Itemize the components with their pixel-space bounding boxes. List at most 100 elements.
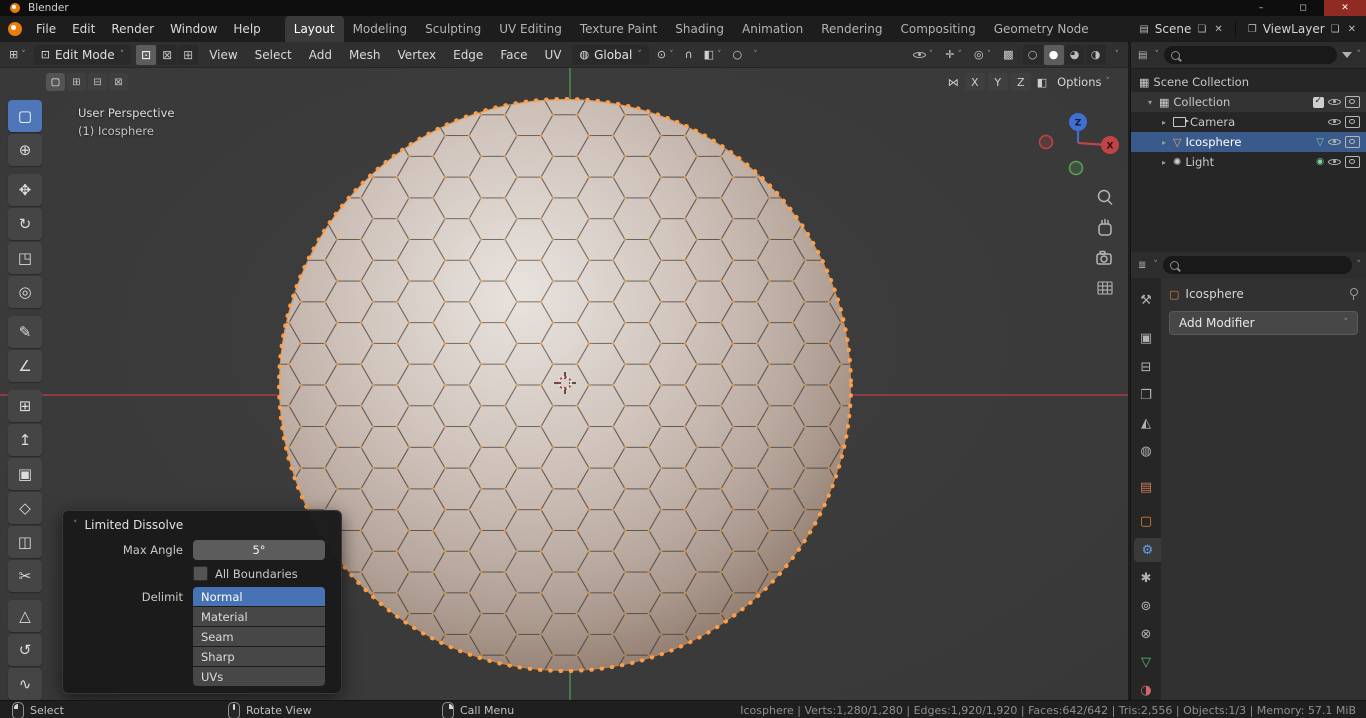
workspace-tab-animation[interactable]: Animation <box>733 16 812 42</box>
outliner-item-camera[interactable]: ▸ Camera <box>1131 112 1366 132</box>
properties-tab-modifiers[interactable]: ⚙ <box>1134 538 1161 562</box>
disclosure-triangle-icon[interactable]: ▾ <box>1145 98 1155 107</box>
tool-transform-button[interactable]: ◎ <box>8 276 42 308</box>
remove-viewlayer-icon[interactable]: ✕ <box>1346 24 1358 35</box>
maximize-button[interactable]: ◻ <box>1282 0 1324 16</box>
hide-viewport-eye-icon[interactable] <box>1328 96 1341 109</box>
tool-measure-button[interactable]: ∠ <box>8 350 42 382</box>
properties-tab-material[interactable]: ◑ <box>1134 678 1158 702</box>
viewlayer-selector[interactable]: ViewLayer <box>1263 22 1325 36</box>
menu-edit[interactable]: Edit <box>64 22 103 36</box>
mirror-z-toggle[interactable]: Z <box>1010 73 1031 91</box>
solid-shading-button[interactable]: ● <box>1043 44 1064 65</box>
all-boundaries-checkbox[interactable] <box>193 566 208 581</box>
mode-dropdown[interactable]: ⊡ Edit Mode ˅ <box>33 44 132 65</box>
tool-scale-button[interactable]: ◳ <box>8 242 42 274</box>
mirror-icon[interactable]: ⋈ <box>945 76 962 89</box>
outliner-item-light[interactable]: ▸ ✺ Light ◉ <box>1131 152 1366 172</box>
vertex-select-button[interactable]: ⊡ <box>136 44 157 65</box>
tool-extrude-region-button[interactable]: ↥ <box>8 424 42 456</box>
properties-search-input[interactable] <box>1162 256 1352 274</box>
properties-tab-view-layer[interactable]: ❐ <box>1134 383 1158 407</box>
blender-menu-icon[interactable] <box>8 22 22 36</box>
select-intersect-button[interactable]: ⊠ <box>109 73 128 91</box>
menu-uv[interactable]: UV <box>538 48 567 62</box>
disclosure-triangle-icon[interactable]: ▸ <box>1159 138 1169 147</box>
proportional-editing-button[interactable]: ○ <box>730 48 746 61</box>
outliner-item-collection[interactable]: ▾ ▦ Collection <box>1131 92 1366 112</box>
outliner-item-icosphere[interactable]: ▸ ▽ Icosphere ▽ <box>1131 132 1366 152</box>
hide-viewport-eye-icon[interactable] <box>1328 156 1341 169</box>
tool-cursor-button[interactable]: ⊕ <box>8 134 42 166</box>
overlays-dropdown[interactable]: ◎ ˅ <box>971 48 994 61</box>
properties-tab-constraints[interactable]: ⊗ <box>1134 622 1158 646</box>
properties-tab-output[interactable]: ⊟ <box>1134 355 1158 379</box>
tool-spin-button[interactable]: ↺ <box>8 634 42 666</box>
hide-viewport-eye-icon[interactable] <box>1328 116 1341 129</box>
disable-render-camera-icon[interactable] <box>1345 136 1360 148</box>
add-modifier-button[interactable]: Add Modifier ˅ <box>1169 311 1358 335</box>
menu-view[interactable]: View <box>203 48 243 62</box>
pivot-point-button[interactable]: ⊙ ˅ <box>654 48 677 61</box>
select-set-button[interactable]: ▢ <box>46 73 65 91</box>
menu-select[interactable]: Select <box>249 48 298 62</box>
visibility-dropdown[interactable]: ˅ <box>910 48 937 61</box>
properties-editor-type-icon[interactable]: ≣ <box>1136 260 1148 271</box>
rendered-shading-button[interactable]: ◑ <box>1085 44 1106 65</box>
menu-window[interactable]: Window <box>162 22 225 36</box>
menu-render[interactable]: Render <box>103 22 162 36</box>
delimit-option-normal[interactable]: Normal <box>193 587 325 606</box>
select-subtract-button[interactable]: ⊟ <box>88 73 107 91</box>
workspace-tab-compositing[interactable]: Compositing <box>891 16 984 42</box>
menu-edge[interactable]: Edge <box>447 48 489 62</box>
workspace-tab-sculpting[interactable]: Sculpting <box>416 16 490 42</box>
outliner-search-input[interactable] <box>1163 46 1337 64</box>
collection-checkbox[interactable] <box>1313 96 1324 108</box>
mirror-y-toggle[interactable]: Y <box>987 73 1008 91</box>
delimit-option-material[interactable]: Material <box>193 607 325 626</box>
menu-mesh[interactable]: Mesh <box>343 48 387 62</box>
disclosure-triangle-icon[interactable]: ▸ <box>1159 158 1169 167</box>
new-scene-icon[interactable]: ❏ <box>1195 24 1208 35</box>
options-dropdown[interactable]: Options ˅ <box>1053 75 1114 89</box>
close-button[interactable]: ✕ <box>1324 0 1366 16</box>
menu-vertex[interactable]: Vertex <box>392 48 443 62</box>
outliner-item-scene-collection[interactable]: ▦ Scene Collection <box>1131 72 1366 92</box>
operator-panel-header[interactable]: ˅ Limited Dissolve <box>63 511 341 537</box>
menu-add[interactable]: Add <box>303 48 338 62</box>
tool-smooth-button[interactable]: ∿ <box>8 668 42 700</box>
workspace-tab-modeling[interactable]: Modeling <box>344 16 417 42</box>
properties-tab-scene[interactable]: ◭ <box>1134 411 1158 435</box>
new-viewlayer-icon[interactable]: ❏ <box>1329 24 1342 35</box>
scene-datablock-icon[interactable]: ▤ <box>1137 24 1150 35</box>
xray-toggle[interactable]: ▩ <box>1000 48 1016 61</box>
gizmos-dropdown[interactable]: ✛ ˅ <box>942 48 965 61</box>
disable-render-camera-icon[interactable] <box>1345 96 1360 108</box>
workspace-tab-shading[interactable]: Shading <box>666 16 733 42</box>
workspace-tab-layout[interactable]: Layout <box>284 16 344 42</box>
snap-base-icon[interactable]: ◧ <box>1034 76 1050 89</box>
workspace-tab-uv-editing[interactable]: UV Editing <box>490 16 571 42</box>
menu-face[interactable]: Face <box>494 48 533 62</box>
delimit-option-sharp[interactable]: Sharp <box>193 647 325 666</box>
face-select-button[interactable]: ⊞ <box>178 44 199 65</box>
tool-poly-build-button[interactable]: △ <box>8 600 42 632</box>
properties-tab-object[interactable]: ▢ <box>1134 509 1158 533</box>
edge-select-button[interactable]: ⊠ <box>157 44 178 65</box>
minimize-button[interactable]: – <box>1240 0 1282 16</box>
workspace-tab-geometry-nodes[interactable]: Geometry Node <box>985 16 1098 42</box>
tool-loop-cut-button[interactable]: ◫ <box>8 526 42 558</box>
wireframe-shading-button[interactable]: ○ <box>1022 44 1043 65</box>
delimit-option-uvs[interactable]: UVs <box>193 667 325 686</box>
tool-annotate-button[interactable]: ✎ <box>8 316 42 348</box>
properties-tab-physics[interactable]: ⊚ <box>1134 594 1158 618</box>
tool-tweak-select-button[interactable]: ▢ <box>8 100 42 132</box>
menu-help[interactable]: Help <box>225 22 268 36</box>
filter-icon[interactable] <box>1341 52 1352 58</box>
outliner-editor-type-icon[interactable]: ▤ <box>1136 50 1149 61</box>
snap-settings-dropdown[interactable]: ◧ ˅ <box>701 48 725 61</box>
viewlayer-icon[interactable]: ❐ <box>1246 24 1259 35</box>
tool-rotate-button[interactable]: ↻ <box>8 208 42 240</box>
pin-icon[interactable] <box>1348 288 1358 300</box>
disable-render-camera-icon[interactable] <box>1345 156 1360 168</box>
